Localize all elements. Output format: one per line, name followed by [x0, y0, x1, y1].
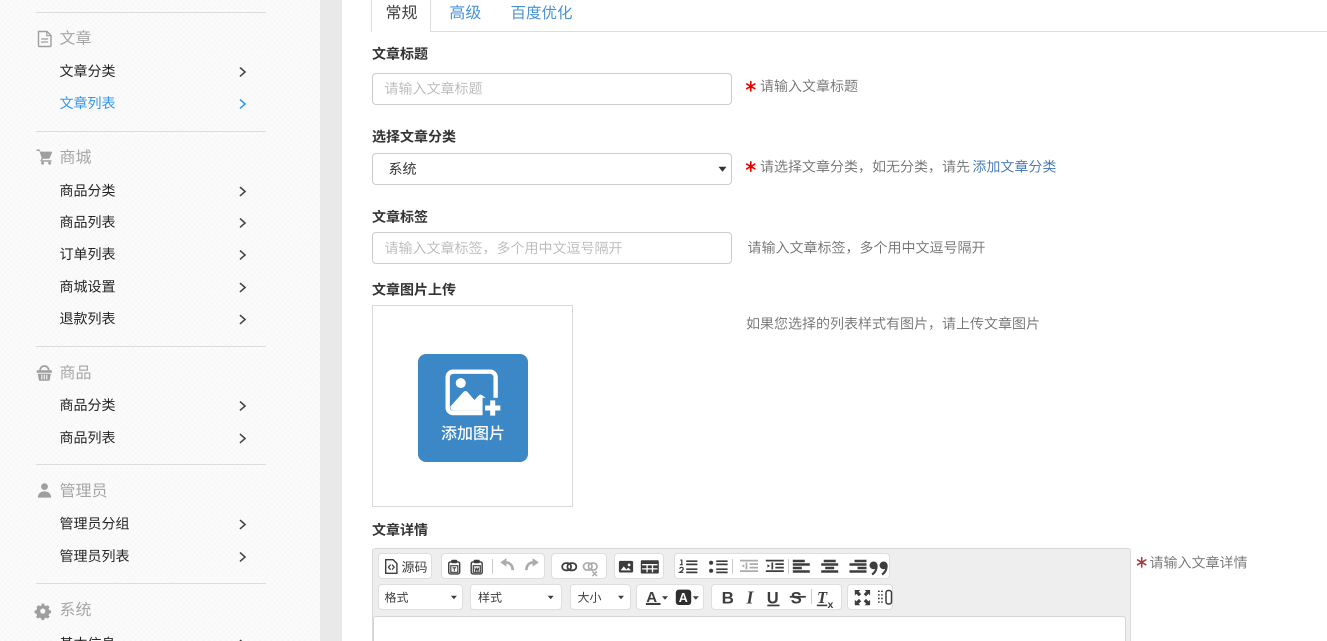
svg-text:I: I: [746, 588, 755, 608]
svg-text:B: B: [722, 589, 734, 608]
svg-text:T: T: [817, 588, 828, 607]
svg-text:S: S: [791, 590, 802, 608]
svg-text:A: A: [679, 591, 688, 605]
svg-text:x: x: [828, 599, 834, 611]
